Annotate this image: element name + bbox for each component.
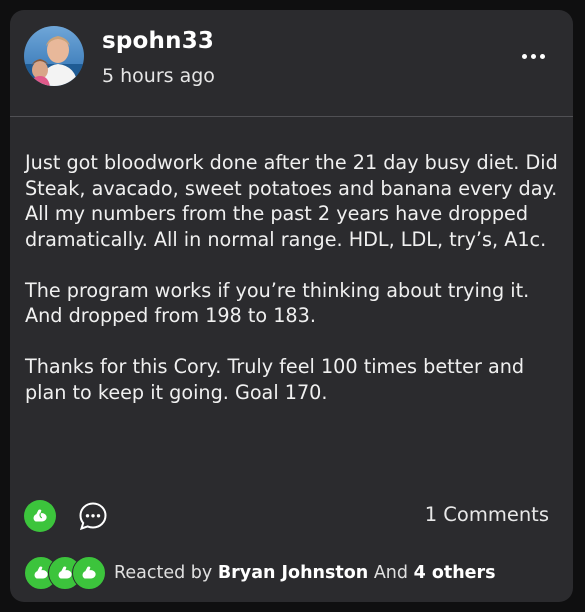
more-horizontal-icon-dot xyxy=(521,53,527,59)
comments-count-link[interactable]: 1 Comments xyxy=(425,503,549,526)
like-button[interactable] xyxy=(24,500,56,532)
post-timestamp: 5 hours ago xyxy=(102,65,215,87)
comment-button[interactable] xyxy=(77,500,109,532)
avatar[interactable] xyxy=(24,26,84,86)
avatar-photo xyxy=(24,26,84,86)
more-horizontal-icon-dot xyxy=(539,53,545,59)
reacted-by-text[interactable]: Reacted by Bryan Johnston And 4 others xyxy=(114,563,496,583)
reactions-row[interactable]: Reacted by Bryan Johnston And 4 others xyxy=(10,555,573,591)
comment-bubble-icon xyxy=(79,502,107,531)
post-body-text: Just got bloodwork done after the 21 day… xyxy=(25,151,558,404)
reacted-by-conjunction: And xyxy=(368,563,414,583)
post-actions: 1 Comments xyxy=(10,498,573,534)
username[interactable]: spohn33 xyxy=(102,28,214,54)
reacted-by-prefix: Reacted by xyxy=(114,563,218,583)
reacted-by-user[interactable]: Bryan Johnston xyxy=(218,563,368,583)
post-card: spohn33 5 hours ago Just got bloodwork d… xyxy=(10,10,573,602)
more-options-button[interactable] xyxy=(515,46,551,66)
post-header: spohn33 5 hours ago xyxy=(10,10,573,116)
reaction-avatars xyxy=(24,555,108,591)
header-divider xyxy=(10,116,573,117)
flexed-bicep-icon xyxy=(33,509,47,522)
more-horizontal-icon-dot xyxy=(530,53,536,59)
reacted-by-others[interactable]: 4 others xyxy=(414,563,496,583)
reaction-bubble xyxy=(72,556,106,590)
flexed-bicep-icon xyxy=(82,566,96,579)
